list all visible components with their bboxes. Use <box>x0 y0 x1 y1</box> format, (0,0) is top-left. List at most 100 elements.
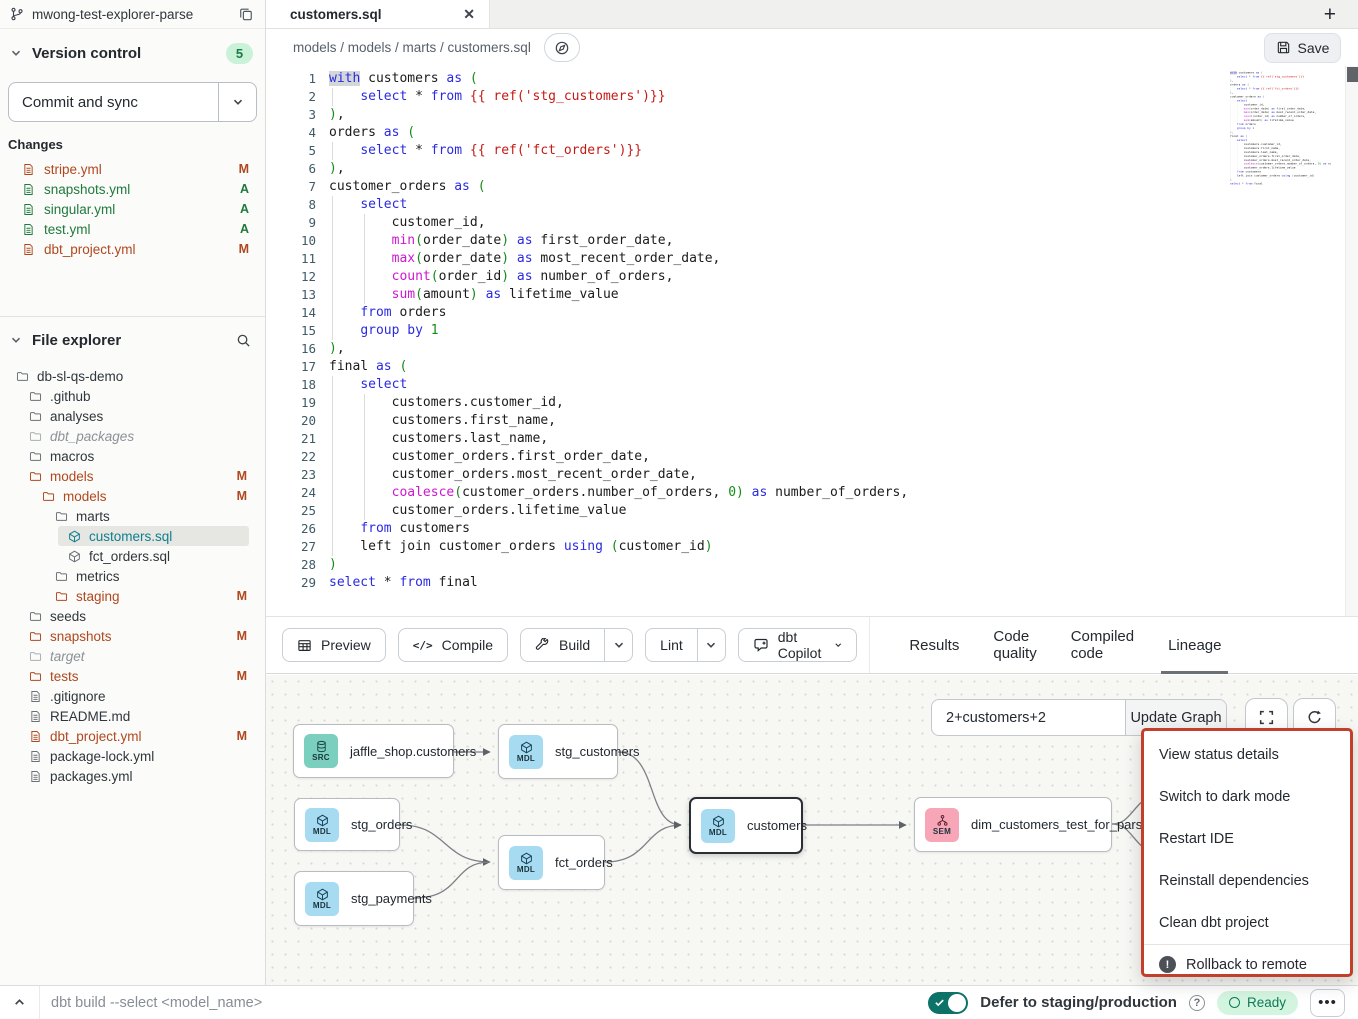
lineage-node-stg-customers[interactable]: MDLstg_customers <box>498 724 618 779</box>
command-input[interactable]: dbt build --select <model_name> <box>51 995 262 1011</box>
menu-item-switch-to-dark-mode[interactable]: Switch to dark mode <box>1144 776 1350 818</box>
tree-file-customers-sql[interactable]: customers.sql <box>8 526 257 546</box>
save-button[interactable]: Save <box>1264 33 1341 63</box>
code-line: ), <box>1230 79 1252 83</box>
lineage-node-jaffle-shop-customers[interactable]: SRCjaffle_shop.customers <box>293 724 454 778</box>
lint-button[interactable]: Lint <box>646 629 697 661</box>
tree-folder-seeds[interactable]: seeds <box>8 606 257 626</box>
editor-scrollbar[interactable] <box>1345 66 1358 616</box>
changed-file-row[interactable]: snapshots.ymlA <box>8 179 257 199</box>
commit-and-sync-button[interactable]: Commit and sync <box>8 82 257 122</box>
tree-folder-tests[interactable]: testsM <box>8 666 257 686</box>
tree-folder-models[interactable]: models M <box>8 486 257 506</box>
tree-file-fct-orders-sql[interactable]: fct_orders.sql <box>8 546 257 566</box>
node-label: jaffle_shop.customers <box>350 744 476 759</box>
change-status-badge: A <box>240 202 249 216</box>
code-editor[interactable]: 1234567891011121314151617181920212223242… <box>266 66 1358 616</box>
line-number: 26 <box>266 520 316 538</box>
tree-file-readme-md[interactable]: README.md <box>8 706 257 726</box>
node-label: customers <box>747 818 807 833</box>
modified-badge: M <box>237 489 247 503</box>
menu-item-clean-dbt-project[interactable]: Clean dbt project <box>1144 902 1350 944</box>
tree-folder--github[interactable]: .github <box>8 386 257 406</box>
code-line: customers.first_name, <box>329 412 908 430</box>
tree-file-dbt-project-yml[interactable]: dbt_project.ymlM <box>8 726 257 746</box>
tree-folder-macros[interactable]: macros <box>8 446 257 466</box>
tab-lineage[interactable]: Lineage <box>1168 617 1221 673</box>
tab-code-quality[interactable]: Code quality <box>993 617 1036 673</box>
tree-folder-dbt-packages[interactable]: dbt_packages <box>8 426 257 446</box>
lineage-node-stg-orders[interactable]: MDLstg_orders <box>294 798 400 851</box>
lineage-node-dim-customers-test-for-parse[interactable]: SEMdim_customers_test_for_parse <box>914 797 1112 852</box>
file-explorer-section: File explorer db-sl-qs-demo.githubanalys… <box>0 316 265 985</box>
tab-customers-sql[interactable]: customers.sql ✕ <box>266 0 490 28</box>
code-content[interactable]: with customers as ( select * from {{ ref… <box>329 70 908 592</box>
code-line: ), <box>1230 130 1252 134</box>
changed-file-row[interactable]: test.ymlA <box>8 219 257 239</box>
lint-dropdown[interactable] <box>697 629 725 661</box>
new-tab-button[interactable]: + <box>1324 4 1336 25</box>
model-cube-icon <box>68 530 81 543</box>
tree-item-label: macros <box>50 449 94 464</box>
menu-item-reinstall-dependencies[interactable]: Reinstall dependencies <box>1144 860 1350 902</box>
changed-file-row[interactable]: singular.yml A <box>8 199 257 219</box>
menu-item-rollback-to-remote[interactable]: !Rollback to remote <box>1144 945 1350 984</box>
close-tab-icon[interactable]: ✕ <box>463 7 475 21</box>
code-content[interactable]: with customers as ( select * from {{ ref… <box>1230 71 1252 186</box>
line-number: 13 <box>266 286 316 304</box>
version-control-header[interactable]: Version control 5 <box>8 41 257 65</box>
lineage-node-stg-payments[interactable]: MDLstg_payments <box>294 871 414 926</box>
code-line: sum(amount) as lifetime_value <box>329 286 908 304</box>
dbt-copilot-button[interactable]: dbt Copilot <box>738 628 858 662</box>
defer-toggle[interactable] <box>928 992 968 1014</box>
chevron-down-icon <box>10 47 22 59</box>
tree-folder-snapshots[interactable]: snapshotsM <box>8 626 257 646</box>
copy-branch-icon[interactable] <box>239 7 253 21</box>
tab-compiled-code[interactable]: Compiled code <box>1071 617 1134 673</box>
scrollbar-thumb[interactable] <box>1347 67 1358 82</box>
more-options-button[interactable]: ••• <box>1310 989 1345 1017</box>
lineage-node-fct-orders[interactable]: MDLfct_orders <box>498 835 605 890</box>
tab-results[interactable]: Results <box>909 617 959 673</box>
code-line: select * from {{ ref('stg_customers')}} <box>1230 75 1252 79</box>
tree-folder-analyses[interactable]: analyses <box>8 406 257 426</box>
tree-file-package-lock-yml[interactable]: package-lock.yml <box>8 746 257 766</box>
toggle-knob <box>948 994 966 1012</box>
tree-folder-staging[interactable]: stagingM <box>8 586 257 606</box>
tree-folder-marts[interactable]: marts <box>8 506 257 526</box>
tree-file--gitignore[interactable]: .gitignore <box>8 686 257 706</box>
build-dropdown[interactable] <box>604 629 632 661</box>
changed-file-row[interactable]: stripe.ymlM <box>8 159 257 179</box>
lineage-node-customers[interactable]: MDLcustomers <box>689 797 803 854</box>
code-line: from customers <box>329 520 908 538</box>
expand-console-button[interactable] <box>0 986 40 1019</box>
status-bar: dbt build --select <model_name> Defer to… <box>0 985 1358 1019</box>
tree-item-label: models <box>63 489 107 504</box>
tree-folder-metrics[interactable]: metrics <box>8 566 257 586</box>
search-icon[interactable] <box>236 333 251 348</box>
line-number: 5 <box>266 142 316 160</box>
folder-icon <box>16 370 29 383</box>
open-in-explorer-button[interactable] <box>544 33 580 62</box>
commit-options-dropdown[interactable] <box>218 83 256 121</box>
modified-badge: M <box>237 589 247 603</box>
changed-file-row[interactable]: dbt_project.ymlM <box>8 239 257 259</box>
tree-folder-target[interactable]: target <box>8 646 257 666</box>
compile-button[interactable]: </> Compile <box>398 628 508 662</box>
menu-item-view-status-details[interactable]: View status details <box>1144 734 1350 776</box>
help-icon[interactable]: ? <box>1189 995 1205 1011</box>
tree-folder-db-sl-qs-demo[interactable]: db-sl-qs-demo <box>8 366 257 386</box>
lineage-search-input[interactable]: 2+customers+2 <box>932 700 1125 735</box>
changed-file-name: singular.yml <box>44 202 115 217</box>
code-line: group by 1 <box>329 322 908 340</box>
build-button[interactable]: Build <box>521 629 604 661</box>
line-number: 1 <box>266 70 316 88</box>
tree-folder-models[interactable]: modelsM <box>8 466 257 486</box>
menu-item-restart-ide[interactable]: Restart IDE <box>1144 818 1350 860</box>
minimap[interactable]: with customers as ( select * from {{ ref… <box>1230 71 1331 209</box>
line-number: 7 <box>266 178 316 196</box>
line-number: 28 <box>266 556 316 574</box>
file-explorer-header[interactable]: File explorer <box>8 328 257 352</box>
preview-button[interactable]: Preview <box>282 628 386 662</box>
tree-file-packages-yml[interactable]: packages.yml <box>8 766 257 786</box>
